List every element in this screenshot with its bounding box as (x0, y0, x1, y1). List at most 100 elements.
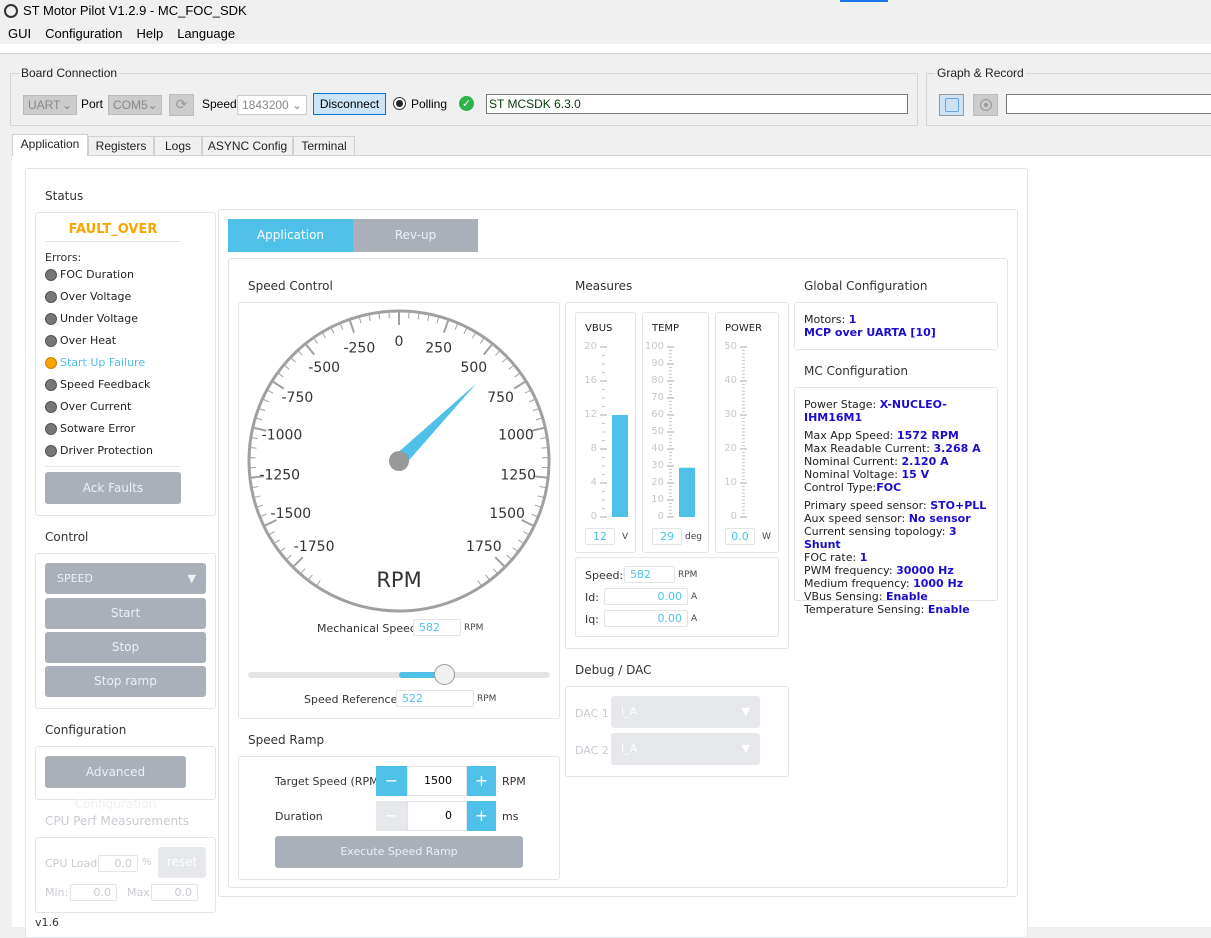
divider (45, 466, 181, 467)
tab-logs[interactable]: Logs (154, 136, 202, 156)
cpu-load-unit: % (142, 857, 152, 868)
meter-tick-label: 0 (731, 511, 737, 522)
duration-increment-button[interactable]: + (467, 801, 496, 831)
errors-label: Errors: (45, 251, 81, 264)
target-speed-decrement-button[interactable]: − (376, 766, 407, 796)
toolbar-strip (0, 44, 1211, 54)
meter-tick-label: 50 (651, 426, 664, 437)
caret-down-icon: ▼ (188, 563, 196, 594)
gauge-tick (523, 532, 529, 535)
menu-configuration[interactable]: Configuration (45, 26, 122, 41)
record-path-field[interactable] (1006, 94, 1211, 114)
dac1-label: DAC 1 (575, 707, 609, 720)
stop-ramp-button[interactable]: Stop ramp (45, 666, 206, 697)
config-row: Current sensing topology: 3 Shunt (804, 525, 988, 551)
subtab-rev-up[interactable]: Rev-up (353, 219, 478, 252)
target-speed-input[interactable]: 1500 (407, 766, 467, 796)
subtab-application[interactable]: Application (228, 219, 353, 252)
id-label: Id: (585, 591, 599, 604)
error-label: Over Heat (60, 334, 116, 347)
gauge-tick (298, 350, 303, 355)
cpu-min-field: 0.0 (70, 884, 117, 901)
meter-tick-label: 70 (651, 392, 664, 403)
tab-application[interactable]: Application (12, 134, 88, 156)
speed-reference-field[interactable]: 522 (396, 690, 474, 707)
cpu-reset-button[interactable]: reset (158, 847, 206, 878)
refresh-button[interactable]: ⟳ (169, 94, 194, 116)
error-indicator: Start Up Failure (45, 356, 145, 369)
gauge-tick (493, 569, 498, 574)
meter-value-field: 0.0 (725, 528, 755, 545)
disconnect-button[interactable]: Disconnect (313, 93, 386, 115)
gauge-tick (278, 373, 284, 377)
config-row: VBus Sensing: Enable (804, 590, 988, 603)
gauge-tick (250, 448, 257, 449)
cpu-load-field: 0.0 (98, 855, 138, 872)
speed-field: 582 (624, 566, 675, 583)
meter-tick-label: 8 (591, 443, 597, 454)
tab-terminal[interactable]: Terminal (293, 136, 355, 156)
meter-tick-label: 40 (651, 443, 664, 454)
meter-tick-label: 0 (658, 511, 664, 522)
status-led-icon (45, 445, 57, 457)
record-icon (980, 99, 992, 111)
graph-button[interactable] (939, 94, 964, 116)
tab-async-config[interactable]: ASYNC Config (202, 136, 293, 156)
gauge-label: -1250 (259, 467, 300, 483)
meter-power: POWER504030201000.0 W (715, 312, 779, 553)
mechanical-speed-label: Mechanical Speed: (317, 622, 421, 635)
menu-language[interactable]: Language (177, 26, 235, 41)
caret-down-icon: ▼ (742, 705, 750, 718)
dac2-select[interactable]: I_A▼ (611, 733, 760, 765)
duration-input[interactable]: 0 (407, 801, 467, 831)
status-state: FAULT_OVER (45, 222, 181, 242)
target-speed-increment-button[interactable]: + (467, 766, 496, 796)
mc-configuration-box: Power Stage: X-NUCLEO-IHM16M1Max App Spe… (794, 387, 998, 601)
gauge-tick (272, 381, 284, 388)
gauge-label: -250 (343, 341, 375, 357)
speed-reference-slider[interactable] (248, 672, 550, 678)
caret-down-icon: ▼ (742, 742, 750, 755)
gauge-tick (322, 332, 326, 338)
gauge-label: 1250 (500, 467, 536, 483)
config-row: Control Type:FOC (804, 481, 988, 494)
menu-help[interactable]: Help (136, 26, 163, 41)
stop-button[interactable]: Stop (45, 632, 206, 663)
group-title: Board Connection (19, 66, 119, 80)
id-unit: A (691, 592, 697, 602)
speed-reference-unit: RPM (477, 694, 496, 704)
title-bar: ST Motor Pilot V1.2.9 - MC_FOC_SDK (4, 3, 247, 18)
gauge-tick (280, 548, 286, 552)
status-led-icon (45, 269, 57, 281)
gauge-tick (509, 365, 514, 369)
advanced-configuration-button[interactable]: Advanced Configuration (45, 756, 186, 788)
dac1-select[interactable]: I_A▼ (611, 696, 760, 728)
global-configuration-box: Motors: 1 MCP over UARTA [10] (794, 302, 998, 350)
meter-tick-label: 16 (584, 375, 597, 386)
duration-decrement-button[interactable]: − (376, 801, 407, 831)
meter-tick-label: 20 (651, 477, 664, 488)
meter-tick-label: 10 (651, 494, 664, 505)
configuration-title: Configuration (45, 723, 126, 737)
execute-speed-ramp-button[interactable]: Execute Speed Ramp (275, 836, 523, 868)
gauge-tick (291, 357, 296, 362)
polling-radio[interactable] (393, 97, 406, 110)
meter-tick-label: 80 (651, 375, 664, 386)
meter-tick-label: 10 (724, 477, 737, 488)
port-select[interactable]: COM5⌄ (108, 95, 162, 115)
menu-gui[interactable]: GUI (8, 26, 31, 41)
record-button[interactable] (973, 94, 998, 116)
protocol-select[interactable]: UART⌄ (23, 95, 77, 115)
menu-bar: GUI Configuration Help Language (8, 26, 249, 41)
baud-select[interactable]: 1843200⌄ (237, 95, 307, 115)
connected-check-icon: ✓ (459, 96, 474, 111)
gauge-tick (300, 569, 305, 574)
iq-label: Iq: (585, 613, 599, 626)
tab-registers[interactable]: Registers (88, 136, 154, 156)
mode-select[interactable]: SPEED▼ (45, 563, 206, 594)
start-button[interactable]: Start (45, 598, 206, 629)
waveform-icon (945, 98, 959, 112)
ack-faults-button[interactable]: Ack Faults (45, 472, 181, 504)
slider-thumb[interactable] (434, 664, 455, 685)
gauge-label: 1000 (498, 427, 534, 443)
